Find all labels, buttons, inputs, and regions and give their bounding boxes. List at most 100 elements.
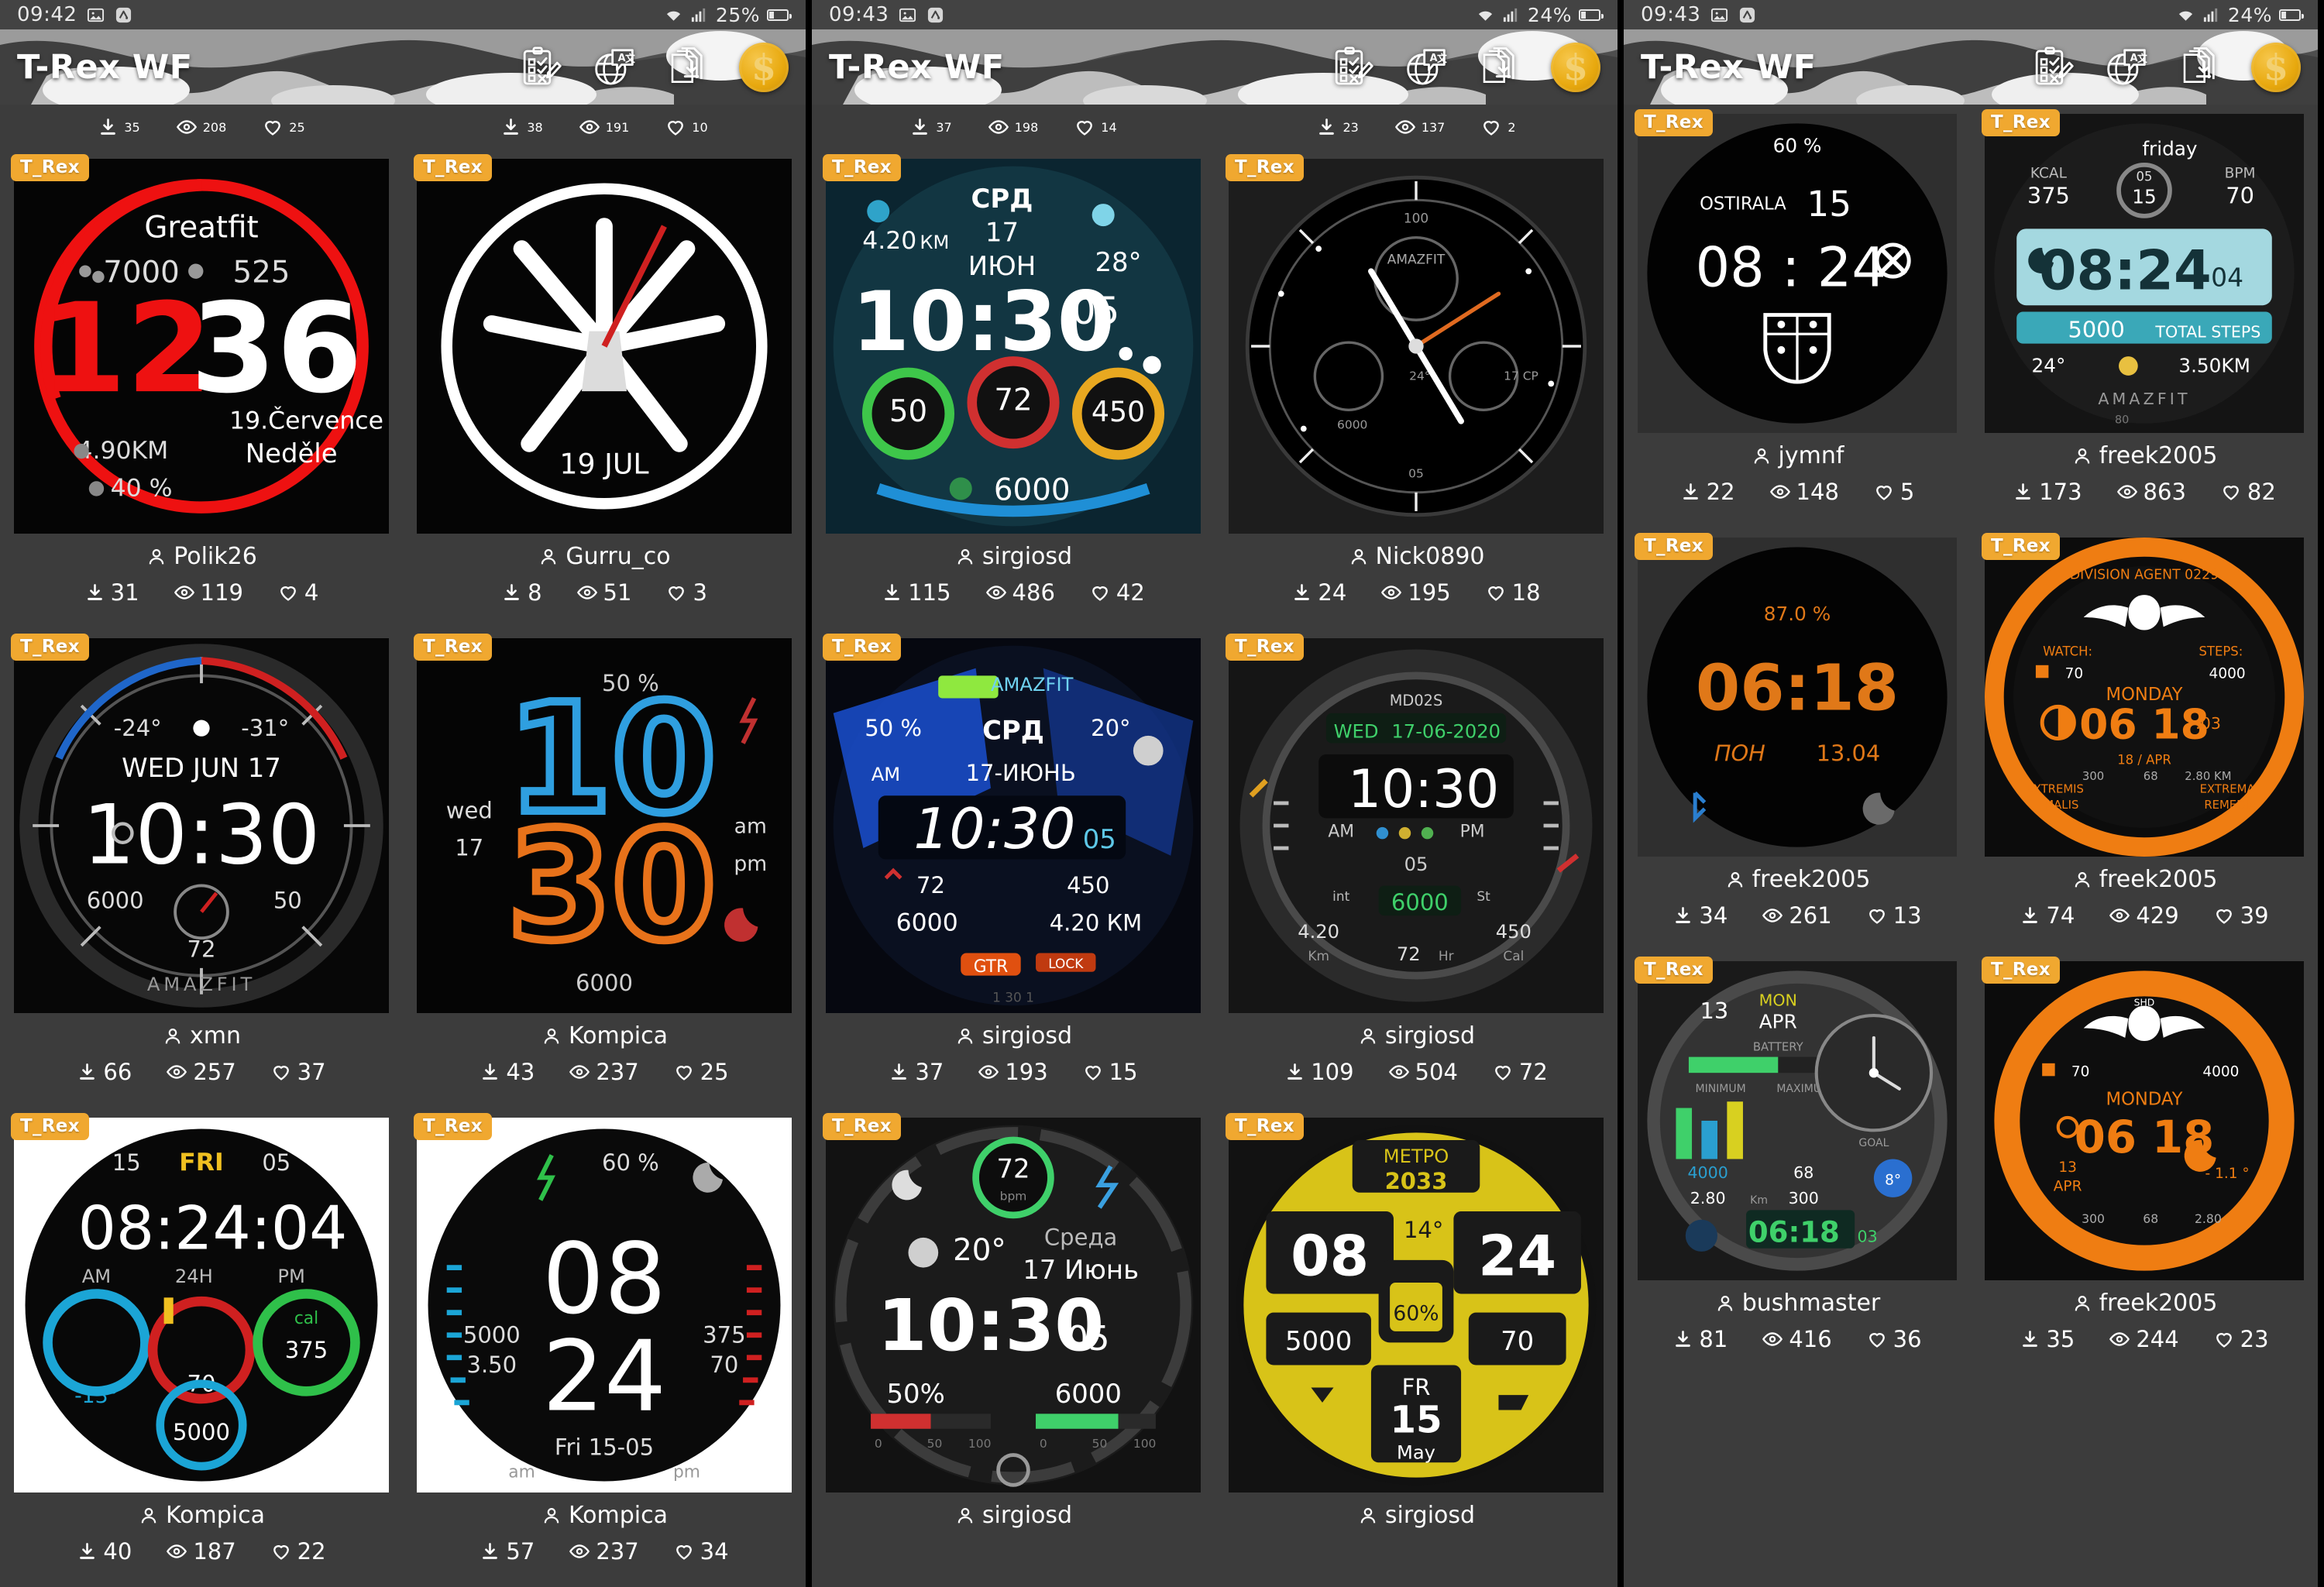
- download-documents-icon[interactable]: [665, 43, 713, 91]
- author-row[interactable]: sirgiosd: [826, 534, 1201, 573]
- watchface-card[interactable]: T_Rex 15 FRI 05 08:24:04 AM 24H PM -13° …: [0, 1108, 403, 1587]
- stats-row: 37 193 15: [826, 1053, 1201, 1102]
- dollar-coin-icon[interactable]: $: [739, 42, 789, 92]
- watchface-card[interactable]: T_Rex Greatfit 7000 525 12 36 19.Červenc…: [0, 149, 403, 629]
- author-row[interactable]: Kompica: [417, 1013, 792, 1053]
- watchface-card[interactable]: T_Rex MD02S WED 17-06-2020 10:30 AM PM 0…: [1215, 629, 1618, 1108]
- watchface-thumbnail[interactable]: DIVISION AGENT 0229 WATCH: STEPS: 70 400…: [1985, 538, 2304, 857]
- status-badge: T_Rex: [1635, 109, 1713, 136]
- watchface-card[interactable]: T_Rex 60 % OSTIRALA 15 08 : 24 jymnf 22 …: [1624, 105, 1971, 528]
- watchface-thumbnail[interactable]: МЕТРО 2033 08 24 14° 60% 5000 70 FR 15 M…: [1229, 1118, 1604, 1493]
- person-icon: [141, 1507, 156, 1523]
- download-documents-icon[interactable]: [2177, 43, 2225, 91]
- view-count: 193: [1005, 1059, 1048, 1085]
- status-badge: T_Rex: [11, 154, 89, 181]
- author-row[interactable]: Gurru_co: [417, 534, 792, 573]
- svg-text:17 CP: 17 CP: [1504, 369, 1538, 383]
- watchface-art: AMAZFIT 50 % СРД 20° AM 17-ИЮНЬ 10:30 05…: [826, 638, 1201, 1013]
- translate-globe-icon[interactable]: A文: [1402, 43, 1450, 91]
- dollar-coin-icon[interactable]: $: [1551, 42, 1600, 92]
- author-row[interactable]: freek2005: [1985, 857, 2304, 896]
- app-notification-icon: [114, 5, 132, 24]
- watchface-card[interactable]: T_Rex friday KCAL 375 BPM 70 05 15 08:24…: [1971, 105, 2318, 528]
- svg-text:12: 12: [40, 277, 212, 421]
- author-row[interactable]: freek2005: [1985, 433, 2304, 472]
- watchface-thumbnail[interactable]: 13 MON APR BATTERY MINIMUM MAXIMUM GOAL …: [1638, 961, 1957, 1280]
- watchface-thumbnail[interactable]: SHD 70 4000 MONDAY 06 18 13 APR - 1.1 ° …: [1985, 961, 2304, 1280]
- watchface-thumbnail[interactable]: 19 JUL: [417, 159, 792, 534]
- status-bar-1: 09:42 25%: [0, 0, 806, 29]
- watchface-card[interactable]: T_Rex МЕТРО 2033 08 24 14° 60% 5000 70 F…: [1215, 1108, 1618, 1538]
- watchface-card[interactable]: T_Rex: [403, 1108, 806, 1587]
- watchface-card[interactable]: T_Rex 72 bpm 20° Среда 17 Июнь 10:30 05 …: [812, 1108, 1215, 1538]
- download-documents-icon[interactable]: [1477, 43, 1525, 91]
- author-name: sirgiosd: [982, 543, 1073, 570]
- download-count: 37: [915, 1059, 944, 1085]
- author-row[interactable]: Kompica: [14, 1493, 389, 1532]
- watchface-card[interactable]: T_Rex: [1215, 149, 1618, 629]
- svg-text:50: 50: [1092, 1437, 1108, 1451]
- like-count: 39: [2240, 902, 2269, 929]
- watchface-thumbnail[interactable]: 50 % 10 30 wed 17 am pm 6000: [417, 638, 792, 1013]
- views-stat: 208: [176, 116, 226, 138]
- author-row[interactable]: sirgiosd: [1229, 1493, 1604, 1532]
- watchface-card[interactable]: T_Rex СРД 17 ИЮН 4.20 КМ 28° 10:30 05 50…: [812, 149, 1215, 629]
- svg-text:17: 17: [985, 217, 1019, 247]
- svg-text:MALIS: MALIS: [2044, 799, 2078, 812]
- screenshot-collage: 09:42 25% T-Rex WF A 文 $ 35 208 25 38 19…: [0, 0, 2324, 1587]
- like-count: 34: [700, 1538, 729, 1565]
- author-row[interactable]: Nick0890: [1229, 534, 1604, 573]
- checklist-edit-icon[interactable]: [2028, 43, 2076, 91]
- checklist-edit-icon[interactable]: [516, 43, 564, 91]
- watchface-thumbnail[interactable]: AMAZFIT 100 24° 17 CP 6000 05: [1229, 159, 1604, 534]
- author-row[interactable]: sirgiosd: [826, 1013, 1201, 1053]
- watchface-thumbnail[interactable]: Greatfit 7000 525 12 36 19.Července Nedě…: [14, 159, 389, 534]
- svg-text:TOTAL STEPS: TOTAL STEPS: [2154, 322, 2260, 341]
- watchface-thumbnail[interactable]: -24° -31° WED JUN 17 10:30 6000 50 72 AM…: [14, 638, 389, 1013]
- svg-text:6000: 6000: [896, 909, 958, 937]
- svg-text:300: 300: [1789, 1189, 1819, 1207]
- watchface-thumbnail[interactable]: friday KCAL 375 BPM 70 05 15 08:24 04 50…: [1985, 114, 2304, 433]
- watchface-thumbnail[interactable]: 15 FRI 05 08:24:04 AM 24H PM -13° 70 cal…: [14, 1118, 389, 1493]
- svg-text:375: 375: [703, 1321, 745, 1348]
- translate-globe-icon[interactable]: A文: [590, 43, 638, 91]
- stats-row: 37 198 14: [812, 105, 1215, 149]
- watchface-card[interactable]: T_Rex 87.0 % 06:18 ПОН 13.04 freek2005 3…: [1624, 528, 1971, 952]
- download-count: 40: [103, 1538, 132, 1565]
- author-row[interactable]: freek2005: [1638, 857, 1957, 896]
- author-row[interactable]: jymnf: [1638, 433, 1957, 472]
- author-row[interactable]: bushmaster: [1638, 1280, 1957, 1320]
- watchface-art: -24° -31° WED JUN 17 10:30 6000 50 72 AM…: [14, 638, 389, 1013]
- watchface-card[interactable]: T_Rex AMAZFIT 50 % СРД 20° AM 17-ИЮНЬ 10…: [812, 629, 1215, 1108]
- translate-globe-icon[interactable]: A文: [2102, 43, 2150, 91]
- watchface-card[interactable]: T_Rex 13 MON APR BATTERY MINIMUM MAXIMUM…: [1624, 952, 1971, 1376]
- watchface-thumbnail[interactable]: 60 % 08 24 5000 3.50 375 70 Fri 15-05 am…: [417, 1118, 792, 1493]
- svg-text:50%: 50%: [887, 1379, 945, 1409]
- watchface-card[interactable]: T_Rex 50 % 10 30 wed 17 am pm 6000 Kompi…: [403, 629, 806, 1108]
- author-row[interactable]: sirgiosd: [826, 1493, 1201, 1532]
- dollar-coin-icon[interactable]: $: [2251, 42, 2301, 92]
- watchface-thumbnail[interactable]: 72 bpm 20° Среда 17 Июнь 10:30 05 50% 60…: [826, 1118, 1201, 1493]
- watchface-list-3[interactable]: T_Rex 60 % OSTIRALA 15 08 : 24 jymnf 22 …: [1624, 105, 2318, 1587]
- person-icon: [957, 548, 973, 564]
- view-count: 244: [2136, 1326, 2179, 1352]
- watchface-card[interactable]: T_Rex: [403, 149, 806, 629]
- battery-icon: [2279, 9, 2304, 21]
- watchface-thumbnail[interactable]: AMAZFIT 50 % СРД 20° AM 17-ИЮНЬ 10:30 05…: [826, 638, 1201, 1013]
- watchface-list-2[interactable]: 37 198 14 23 137 2 T_Rex СРД 17 ИЮН 4.20…: [812, 105, 1618, 1587]
- watchface-card[interactable]: T_Rex DIVISION AGENT 0229 WATCH: STEPS: …: [1971, 528, 2318, 952]
- author-row[interactable]: xmn: [14, 1013, 389, 1053]
- author-row[interactable]: freek2005: [1985, 1280, 2304, 1320]
- author-row[interactable]: Kompica: [417, 1493, 792, 1532]
- watchface-thumbnail[interactable]: СРД 17 ИЮН 4.20 КМ 28° 10:30 05 50 72 45…: [826, 159, 1201, 534]
- watchface-card[interactable]: T_Rex: [0, 629, 403, 1108]
- watchface-thumbnail[interactable]: 60 % OSTIRALA 15 08 : 24: [1638, 114, 1957, 433]
- author-row[interactable]: sirgiosd: [1229, 1013, 1604, 1053]
- watchface-thumbnail[interactable]: 87.0 % 06:18 ПОН 13.04: [1638, 538, 1957, 857]
- watchface-thumbnail[interactable]: MD02S WED 17-06-2020 10:30 AM PM 05 6000…: [1229, 638, 1604, 1013]
- watchface-list-1[interactable]: 35 208 25 38 191 10 T_Rex Greatfit 7000 …: [0, 105, 806, 1587]
- author-row[interactable]: Polik26: [14, 534, 389, 573]
- watchface-card[interactable]: T_Rex SHD 70 4000 MONDAY 06 18 13 APR - …: [1971, 952, 2318, 1376]
- checklist-edit-icon[interactable]: [1328, 43, 1376, 91]
- download-count: 37: [936, 119, 952, 135]
